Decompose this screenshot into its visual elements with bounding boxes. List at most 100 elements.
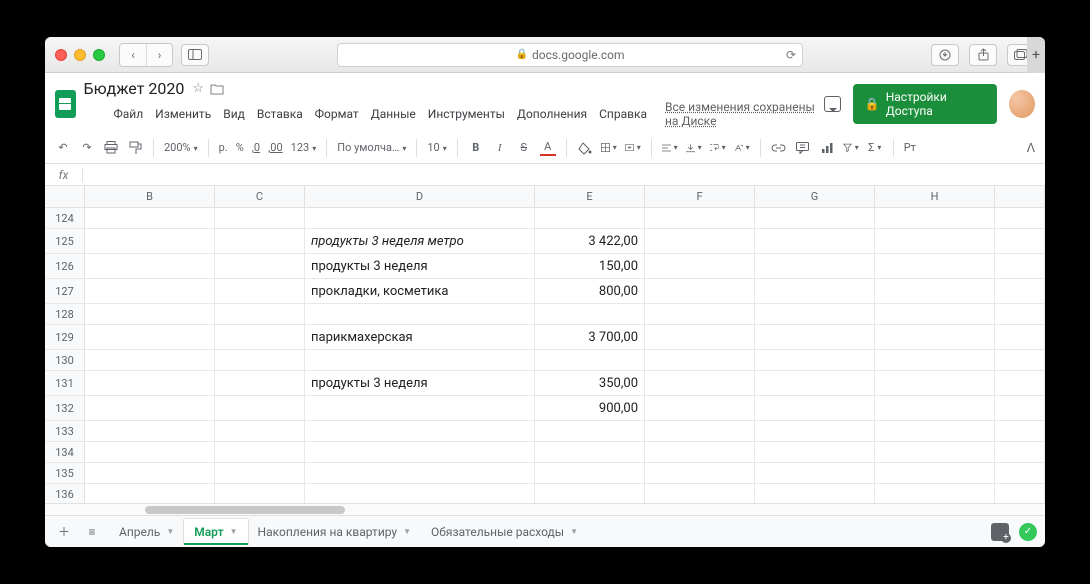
text-rotation-button[interactable] [734, 140, 750, 156]
row-header[interactable]: 130 [45, 350, 85, 370]
account-avatar[interactable] [1009, 90, 1035, 118]
cell[interactable] [305, 208, 535, 228]
new-tab-button[interactable]: + [1027, 37, 1045, 73]
percent-format-button[interactable]: % [236, 141, 244, 154]
cell[interactable] [875, 396, 995, 420]
insert-comment-button[interactable] [795, 140, 811, 156]
sheet-tab[interactable]: Обязательные расходы▼ [421, 519, 588, 545]
row-header[interactable]: 129 [45, 325, 85, 349]
cell[interactable]: продукты 3 неделя [305, 254, 535, 278]
cell[interactable]: прокладки, косметика [305, 279, 535, 303]
v-align-button[interactable] [686, 140, 702, 156]
cell[interactable] [215, 421, 305, 441]
cell[interactable]: продукты 3 неделя [305, 371, 535, 395]
fill-color-button[interactable] [577, 140, 593, 156]
cell[interactable] [875, 279, 995, 303]
all-sheets-button[interactable]: ≡ [81, 521, 103, 543]
cell[interactable] [645, 484, 755, 503]
cell[interactable] [755, 304, 875, 324]
functions-button[interactable]: Σ [867, 140, 883, 156]
cell[interactable] [215, 463, 305, 483]
collapse-toolbar-button[interactable]: ᐱ [1027, 141, 1035, 155]
cell[interactable] [995, 208, 1045, 228]
text-color-button[interactable]: A [540, 140, 556, 156]
menu-Формат[interactable]: Формат [315, 107, 359, 121]
cell[interactable] [85, 350, 215, 370]
cell[interactable] [305, 304, 535, 324]
h-scrollbar-thumb[interactable] [145, 506, 345, 514]
cell[interactable] [875, 421, 995, 441]
cell[interactable] [215, 442, 305, 462]
borders-button[interactable] [601, 140, 617, 156]
cell[interactable] [755, 396, 875, 420]
explore-button[interactable] [991, 523, 1009, 541]
cell[interactable] [645, 254, 755, 278]
cell[interactable] [215, 350, 305, 370]
cell[interactable] [85, 396, 215, 420]
cell[interactable] [85, 371, 215, 395]
cell[interactable] [875, 254, 995, 278]
cell[interactable] [535, 421, 645, 441]
cell[interactable] [755, 350, 875, 370]
add-sheet-button[interactable]: ＋ [53, 521, 75, 543]
cell[interactable]: 3 422,00 [535, 229, 645, 253]
wrap-text-button[interactable] [710, 140, 726, 156]
forward-button[interactable]: › [146, 44, 172, 66]
font-size-dropdown[interactable]: 10 [427, 141, 446, 154]
cell[interactable] [215, 279, 305, 303]
decrease-decimal-button[interactable]: ,0 [252, 141, 260, 154]
cell[interactable] [645, 350, 755, 370]
cell[interactable] [645, 371, 755, 395]
cell[interactable] [995, 442, 1045, 462]
cell[interactable] [755, 279, 875, 303]
cell[interactable]: продукты 3 неделя метро [305, 229, 535, 253]
more-formats-button[interactable]: 123 [291, 141, 317, 154]
menu-Инструменты[interactable]: Инструменты [428, 107, 505, 121]
cell[interactable] [305, 350, 535, 370]
menu-Данные[interactable]: Данные [371, 107, 416, 121]
currency-format-button[interactable]: р. [219, 141, 228, 154]
cell[interactable] [875, 208, 995, 228]
cell[interactable] [85, 254, 215, 278]
menu-Файл[interactable]: Файл [114, 107, 144, 121]
row-header[interactable]: 125 [45, 229, 85, 253]
cell[interactable] [215, 371, 305, 395]
cell[interactable] [755, 484, 875, 503]
paint-format-button[interactable] [127, 140, 143, 156]
increase-decimal-button[interactable]: ,00 [268, 141, 283, 154]
cell[interactable]: 350,00 [535, 371, 645, 395]
cell[interactable] [645, 421, 755, 441]
reload-icon[interactable]: ⟳ [786, 48, 796, 62]
col-header[interactable]: G [755, 186, 875, 207]
minimize-window-button[interactable] [74, 49, 86, 61]
pivot-table-button[interactable]: Рт [904, 141, 916, 154]
cell[interactable] [995, 484, 1045, 503]
sheet-tab-menu-icon[interactable]: ▼ [230, 527, 238, 536]
cell[interactable] [535, 484, 645, 503]
font-family-dropdown[interactable]: По умолча… [337, 141, 406, 154]
cell[interactable] [995, 350, 1045, 370]
filter-button[interactable] [843, 140, 859, 156]
cell[interactable] [535, 350, 645, 370]
cell[interactable] [645, 208, 755, 228]
cell[interactable] [645, 396, 755, 420]
cell[interactable] [535, 442, 645, 462]
row-header[interactable]: 134 [45, 442, 85, 462]
row-header[interactable]: 127 [45, 279, 85, 303]
cell[interactable] [875, 229, 995, 253]
bold-button[interactable]: B [468, 140, 484, 156]
cell[interactable] [755, 254, 875, 278]
cell[interactable] [645, 463, 755, 483]
fullscreen-window-button[interactable] [93, 49, 105, 61]
cell[interactable] [305, 463, 535, 483]
row-header[interactable]: 131 [45, 371, 85, 395]
strike-button[interactable]: S [516, 140, 532, 156]
sheet-tab-menu-icon[interactable]: ▼ [166, 527, 174, 536]
close-window-button[interactable] [55, 49, 67, 61]
cell[interactable] [85, 421, 215, 441]
cell[interactable]: 900,00 [535, 396, 645, 420]
cell[interactable] [305, 421, 535, 441]
col-header[interactable]: E [535, 186, 645, 207]
cell[interactable] [305, 484, 535, 503]
cell[interactable]: 3 700,00 [535, 325, 645, 349]
